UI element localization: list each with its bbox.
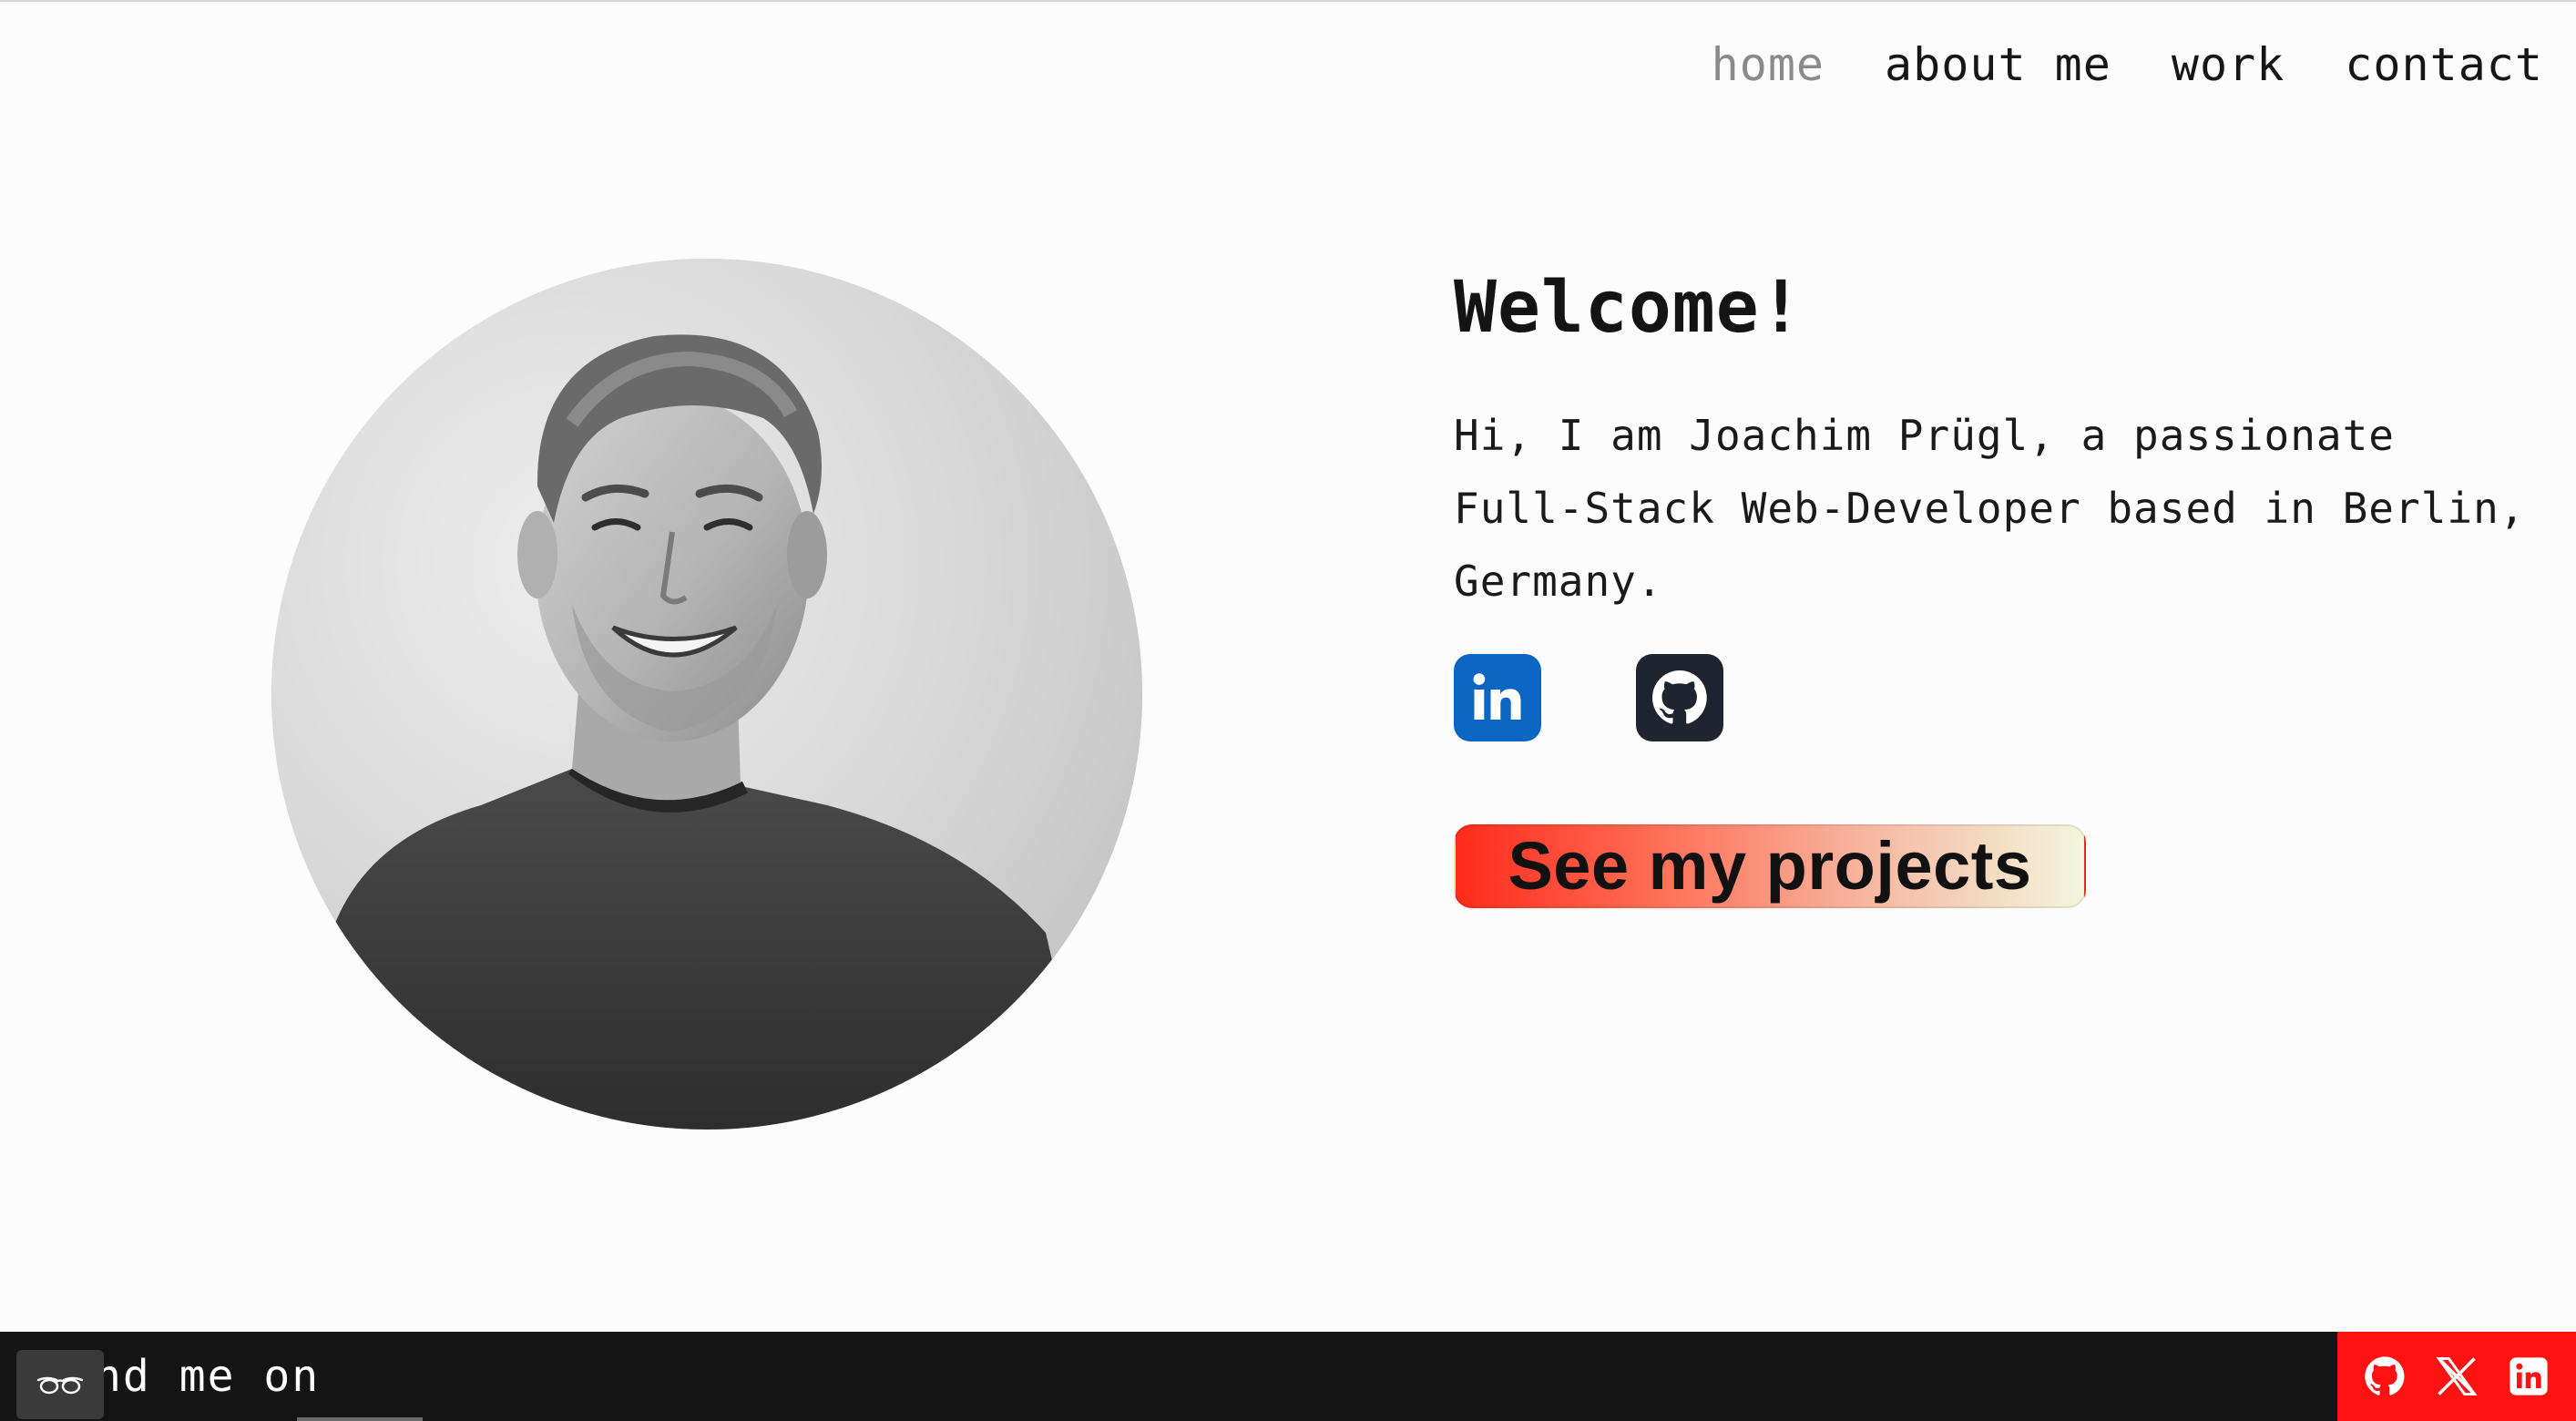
- x-icon[interactable]: [2433, 1353, 2480, 1400]
- footer-bar: nd me on: [0, 1332, 2576, 1421]
- github-icon[interactable]: [1636, 654, 1723, 741]
- nav-contact[interactable]: contact: [2345, 38, 2543, 91]
- page: home about me work contact Welcome! Hi, …: [0, 0, 2576, 1421]
- hero-intro: Hi, I am Joachim Prügl, a passionate Ful…: [1454, 410, 2526, 606]
- nav-home[interactable]: home: [1712, 38, 1825, 91]
- glasses-icon[interactable]: [16, 1350, 104, 1419]
- hero-social-links: [1454, 654, 1723, 741]
- hero-title: Welcome!: [1454, 267, 1804, 349]
- linkedin-icon[interactable]: [1454, 654, 1541, 741]
- footer-social-links: [2337, 1332, 2576, 1421]
- nav-about-me[interactable]: about me: [1885, 38, 2111, 91]
- profile-portrait: [271, 259, 1142, 1130]
- nav-work[interactable]: work: [2172, 38, 2285, 91]
- github-icon[interactable]: [2361, 1353, 2408, 1400]
- hero-section: Welcome! Hi, I am Joachim Prügl, a passi…: [1454, 266, 2547, 618]
- see-projects-button[interactable]: See my projects: [1454, 824, 2086, 908]
- linkedin-icon[interactable]: [2505, 1353, 2552, 1400]
- footer-marquee-text: nd me on: [95, 1351, 321, 1402]
- main-nav: home about me work contact: [1712, 38, 2543, 91]
- footer-progress-line: [297, 1417, 423, 1421]
